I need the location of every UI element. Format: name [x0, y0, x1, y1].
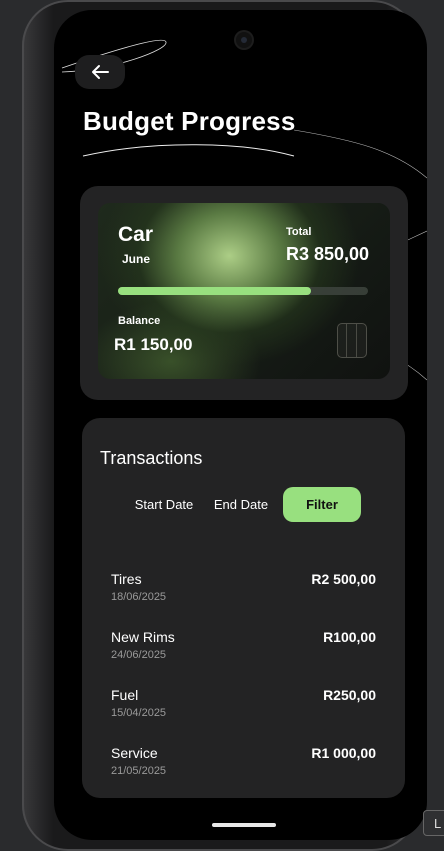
transaction-date: 24/06/2025 [111, 649, 167, 661]
budget-progress-fill [118, 287, 311, 295]
phone-frame: Budget Progress Car June Total R3 850,00… [22, 0, 427, 851]
app-screen: Budget Progress Car June Total R3 850,00… [54, 10, 427, 840]
transaction-name: Service [111, 745, 158, 761]
corner-tag: L [423, 810, 444, 836]
transaction-amount: R250,00 [323, 687, 376, 703]
budget-name: Car [118, 223, 154, 246]
transaction-row[interactable]: New Rims 24/06/2025 R100,00 [111, 629, 376, 669]
balance-label: Balance [118, 315, 161, 327]
transaction-amount: R100,00 [323, 629, 376, 645]
transaction-date: 15/04/2025 [111, 707, 167, 719]
transactions-title: Transactions [100, 448, 203, 468]
budget-progress-bar [118, 287, 368, 295]
transaction-row[interactable]: Fuel 15/04/2025 R250,00 [111, 687, 376, 727]
card-chip-icon [337, 323, 367, 358]
front-camera [236, 32, 252, 48]
transaction-name: Tires [111, 571, 142, 587]
budget-card[interactable]: Car June Total R3 850,00 Balance R1 150,… [98, 203, 390, 379]
back-button[interactable] [75, 55, 125, 89]
transaction-amount: R2 500,00 [311, 571, 376, 587]
home-indicator[interactable] [212, 823, 276, 827]
transaction-amount: R1 000,00 [311, 745, 376, 761]
budget-card-container: Car June Total R3 850,00 Balance R1 150,… [80, 186, 408, 400]
transaction-row[interactable]: Tires 18/06/2025 R2 500,00 [111, 571, 376, 611]
total-label: Total [286, 226, 312, 238]
transactions-panel: Transactions Start Date End Date Filter … [82, 418, 405, 798]
transaction-date: 18/06/2025 [111, 591, 167, 603]
budget-month: June [122, 252, 151, 266]
start-date-button[interactable]: Start Date [126, 487, 202, 522]
arrow-left-icon [92, 65, 109, 79]
transaction-date: 21/05/2025 [111, 765, 167, 777]
balance-value: R1 150,00 [114, 335, 193, 354]
page-title: Budget Progress [83, 106, 296, 136]
filter-button[interactable]: Filter [283, 487, 361, 522]
total-value: R3 850,00 [286, 244, 370, 264]
transaction-name: New Rims [111, 629, 175, 645]
end-date-button[interactable]: End Date [210, 487, 272, 522]
transaction-row[interactable]: Service 21/05/2025 R1 000,00 [111, 745, 376, 785]
transaction-name: Fuel [111, 687, 139, 703]
